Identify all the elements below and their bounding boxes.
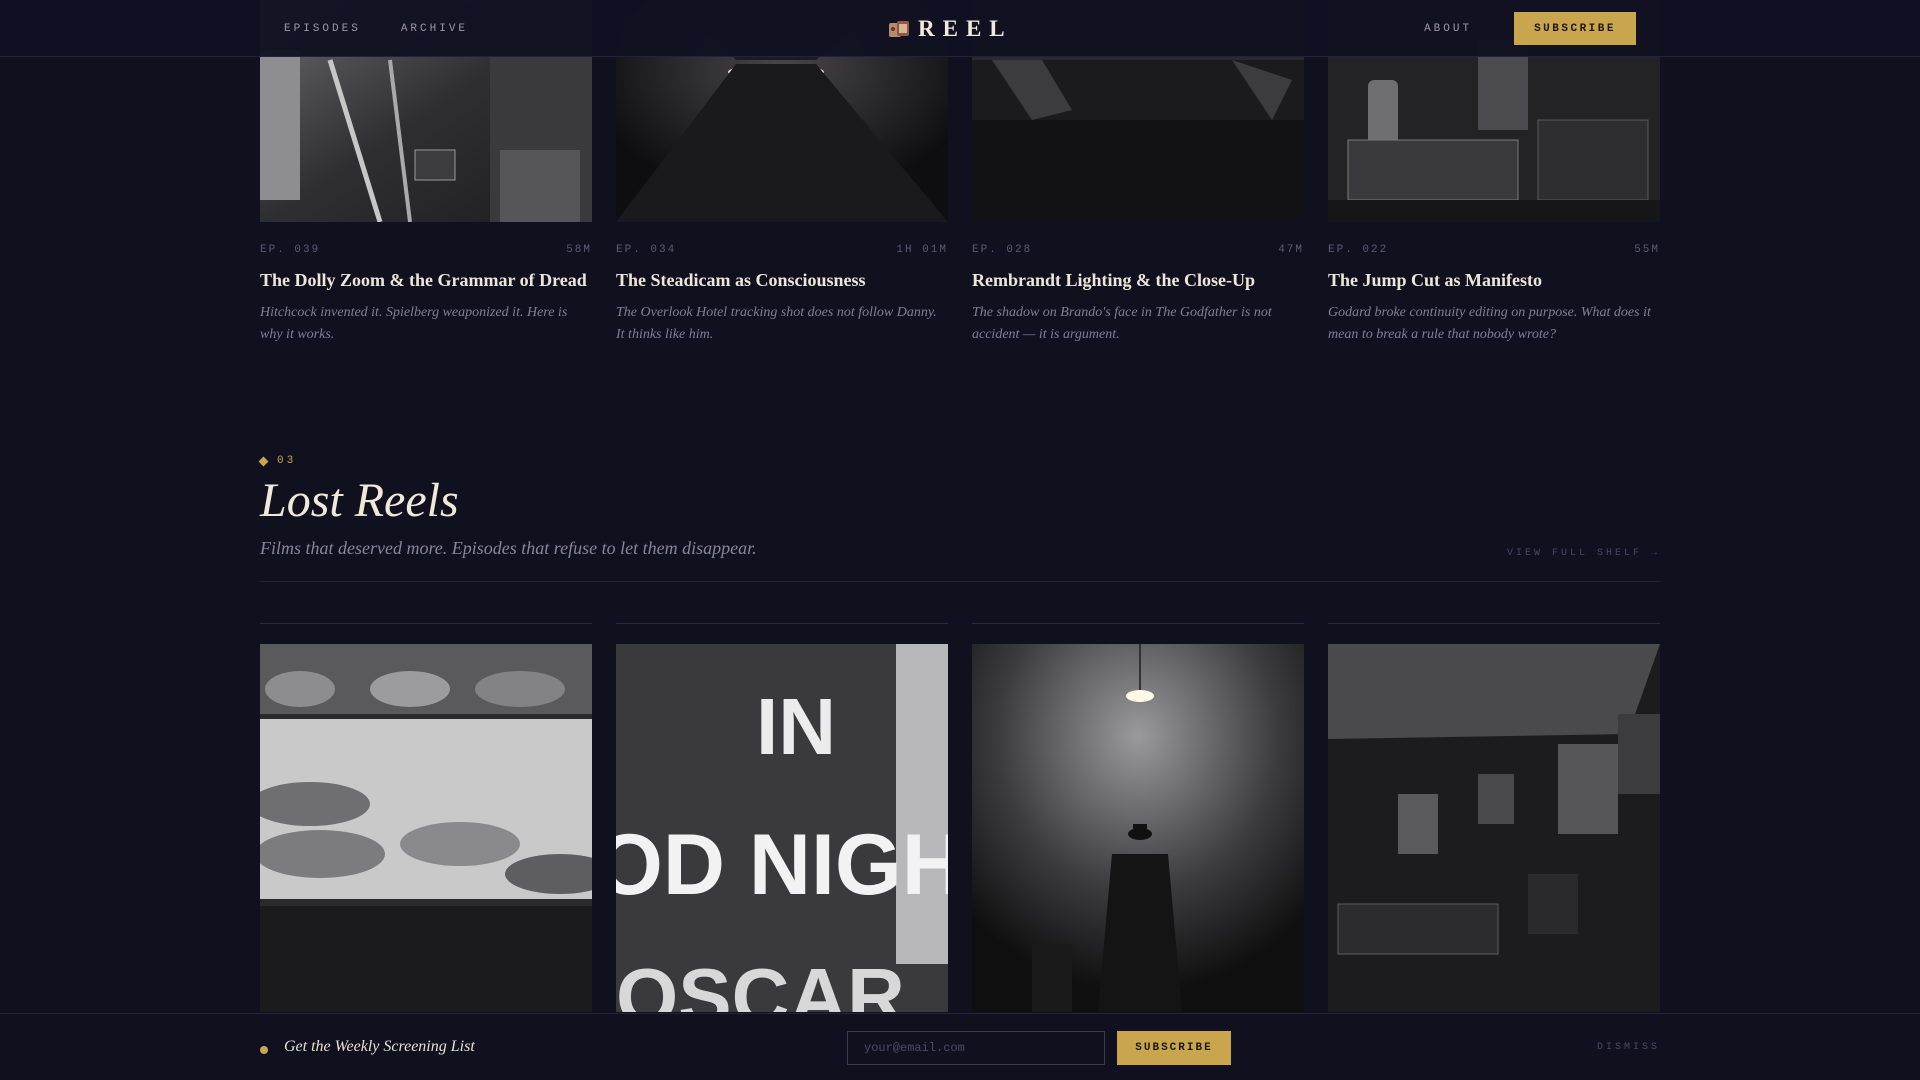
episode-description: Godard broke continuity editing on purpo… bbox=[1328, 304, 1651, 342]
lost-reels-section: 03 Lost Reels Films that deserved more. … bbox=[258, 455, 1660, 582]
reel-card[interactable] bbox=[972, 623, 1304, 1012]
reel-card[interactable] bbox=[1328, 623, 1660, 1012]
reel-thumbnail[interactable] bbox=[1328, 644, 1660, 1012]
diamond-icon bbox=[258, 456, 269, 466]
episode-duration: 55M bbox=[1634, 244, 1660, 256]
status-dot-icon bbox=[260, 1046, 268, 1054]
reel-card[interactable] bbox=[260, 623, 592, 1012]
brand-logo[interactable]: REEL bbox=[888, 0, 1013, 57]
svg-text:OD NIGH: OD NIGH bbox=[616, 817, 948, 913]
nav-episodes-link[interactable]: EPISODES bbox=[284, 23, 361, 35]
section-title: Lost Reels bbox=[260, 474, 459, 527]
episode-number: EP. 039 bbox=[260, 244, 321, 256]
nav-about-link[interactable]: ABOUT bbox=[1424, 23, 1472, 35]
episode-number: EP. 022 bbox=[1328, 244, 1389, 256]
episode-meta: EP. 039 58M bbox=[260, 244, 592, 256]
newsletter-bar: Get the Weekly Screening List SUBSCRIBE … bbox=[0, 1013, 1920, 1080]
section-subtitle: Films that deserved more. Episodes that … bbox=[260, 537, 757, 558]
reel-thumbnail[interactable] bbox=[972, 644, 1304, 1012]
episode-duration: 58M bbox=[566, 244, 592, 256]
episode-number: EP. 034 bbox=[616, 244, 677, 256]
nav-right: ABOUT SUBSCRIBE bbox=[1424, 0, 1636, 57]
episode-description: The shadow on Brando's face in The Godfa… bbox=[972, 304, 1272, 342]
svg-text:IN: IN bbox=[756, 682, 836, 771]
nav-left: EPISODES ARCHIVE bbox=[284, 0, 468, 57]
reel-card[interactable]: IN OD NIGH OSCAR bbox=[616, 623, 948, 1012]
dismiss-link[interactable]: DISMISS bbox=[1597, 1042, 1660, 1053]
episode-title[interactable]: The Dolly Zoom & the Grammar of Dread bbox=[260, 270, 592, 292]
email-input[interactable] bbox=[847, 1031, 1105, 1065]
newsletter-subscribe-button[interactable]: SUBSCRIBE bbox=[1117, 1031, 1231, 1065]
reel-thumbnail[interactable]: IN OD NIGH OSCAR bbox=[616, 644, 948, 1012]
episode-title[interactable]: The Jump Cut as Manifesto bbox=[1328, 270, 1660, 292]
section-number: 03 bbox=[277, 455, 297, 467]
episode-duration: 1H 01M bbox=[896, 244, 948, 256]
view-full-shelf-link[interactable]: VIEW FULL SHELF → bbox=[1507, 548, 1660, 559]
episode-number: EP. 028 bbox=[972, 244, 1033, 256]
nav-subscribe-button[interactable]: SUBSCRIBE bbox=[1514, 12, 1636, 45]
episode-meta: EP. 022 55M bbox=[1328, 244, 1660, 256]
nav-archive-link[interactable]: ARCHIVE bbox=[401, 23, 468, 35]
section-label: 03 bbox=[258, 455, 1660, 467]
brand-name: REEL bbox=[918, 15, 1013, 41]
episode-description: The Overlook Hotel tracking shot does no… bbox=[616, 304, 937, 342]
episode-description: Hitchcock invented it. Spielberg weaponi… bbox=[260, 304, 568, 342]
top-nav: EPISODES ARCHIVE REEL ABOUT SUBSCRIBE bbox=[0, 0, 1920, 57]
section-divider bbox=[260, 581, 1660, 582]
film-reel-icon bbox=[889, 20, 909, 37]
newsletter-text: Get the Weekly Screening List bbox=[284, 1038, 475, 1055]
episode-meta: EP. 034 1H 01M bbox=[616, 244, 948, 256]
episode-title[interactable]: The Steadicam as Consciousness bbox=[616, 270, 948, 292]
reel-thumbnail[interactable] bbox=[260, 644, 592, 1012]
svg-text:OSCAR: OSCAR bbox=[616, 952, 905, 1012]
episode-title[interactable]: Rembrandt Lighting & the Close-Up bbox=[972, 270, 1304, 292]
episode-meta: EP. 028 47M bbox=[972, 244, 1304, 256]
page: EPISODES ARCHIVE REEL ABOUT SUBSCRIBE EP… bbox=[0, 0, 1920, 1080]
episode-duration: 47M bbox=[1278, 244, 1304, 256]
lost-reels-grid: IN OD NIGH OSCAR bbox=[260, 623, 1660, 1012]
